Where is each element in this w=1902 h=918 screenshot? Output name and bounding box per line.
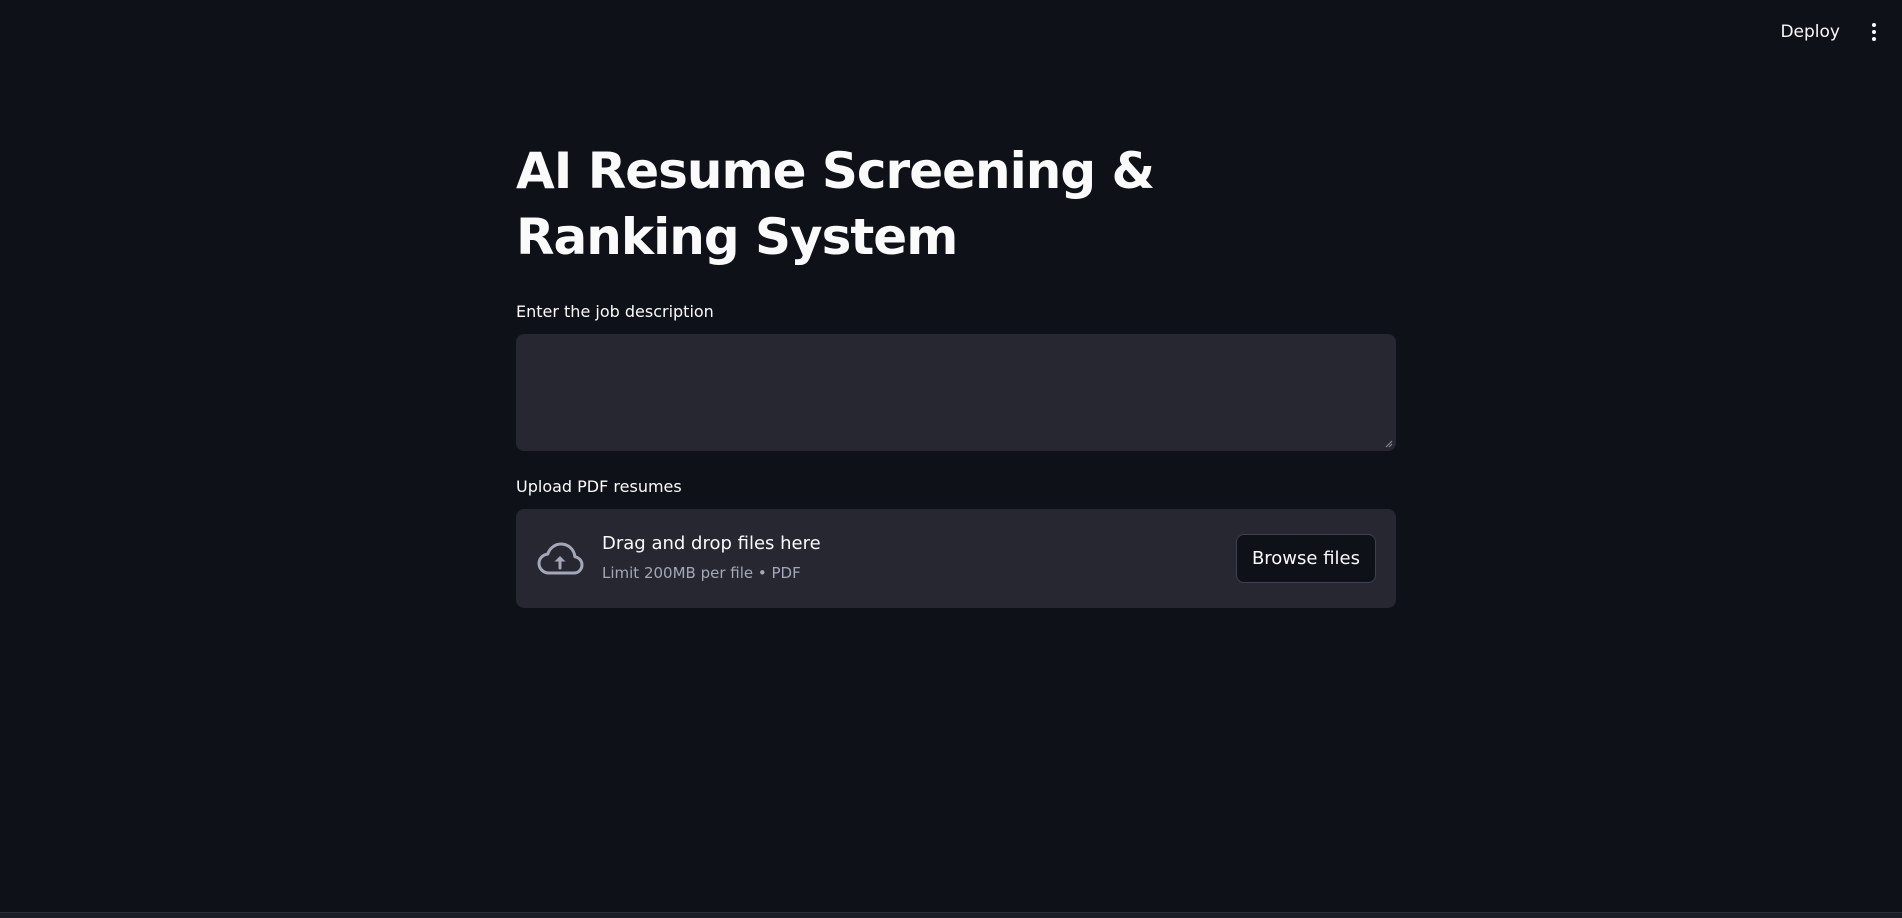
resize-handle-icon[interactable]: [1385, 440, 1393, 448]
vertical-ellipsis-icon: [1872, 23, 1876, 27]
bottom-edge-bar: [0, 912, 1902, 918]
main-content: AI Resume Screening & Ranking System Ent…: [516, 138, 1396, 608]
cloud-upload-icon: [537, 542, 584, 575]
browse-files-button[interactable]: Browse files: [1235, 534, 1376, 583]
dropzone-limit-text: Limit 200MB per file • PDF: [602, 564, 801, 582]
job-description-input[interactable]: [516, 334, 1396, 451]
app-header: Deploy: [0, 0, 1902, 64]
job-description-container: [516, 334, 1396, 451]
main-menu-button[interactable]: [1860, 16, 1888, 48]
dropzone-title: Drag and drop files here: [602, 533, 821, 554]
app-page: Deploy AI Resume Screening & Ranking Sys…: [0, 0, 1902, 918]
page-title: AI Resume Screening & Ranking System: [516, 142, 1155, 266]
deploy-button[interactable]: Deploy: [1770, 16, 1850, 48]
dropzone-text: Drag and drop files here Limit 200MB per…: [602, 531, 821, 583]
file-dropzone[interactable]: Drag and drop files here Limit 200MB per…: [516, 509, 1396, 608]
job-description-label: Enter the job description: [516, 302, 714, 321]
vertical-ellipsis-icon: [1872, 30, 1876, 34]
vertical-ellipsis-icon: [1872, 37, 1876, 41]
upload-label: Upload PDF resumes: [516, 477, 682, 496]
